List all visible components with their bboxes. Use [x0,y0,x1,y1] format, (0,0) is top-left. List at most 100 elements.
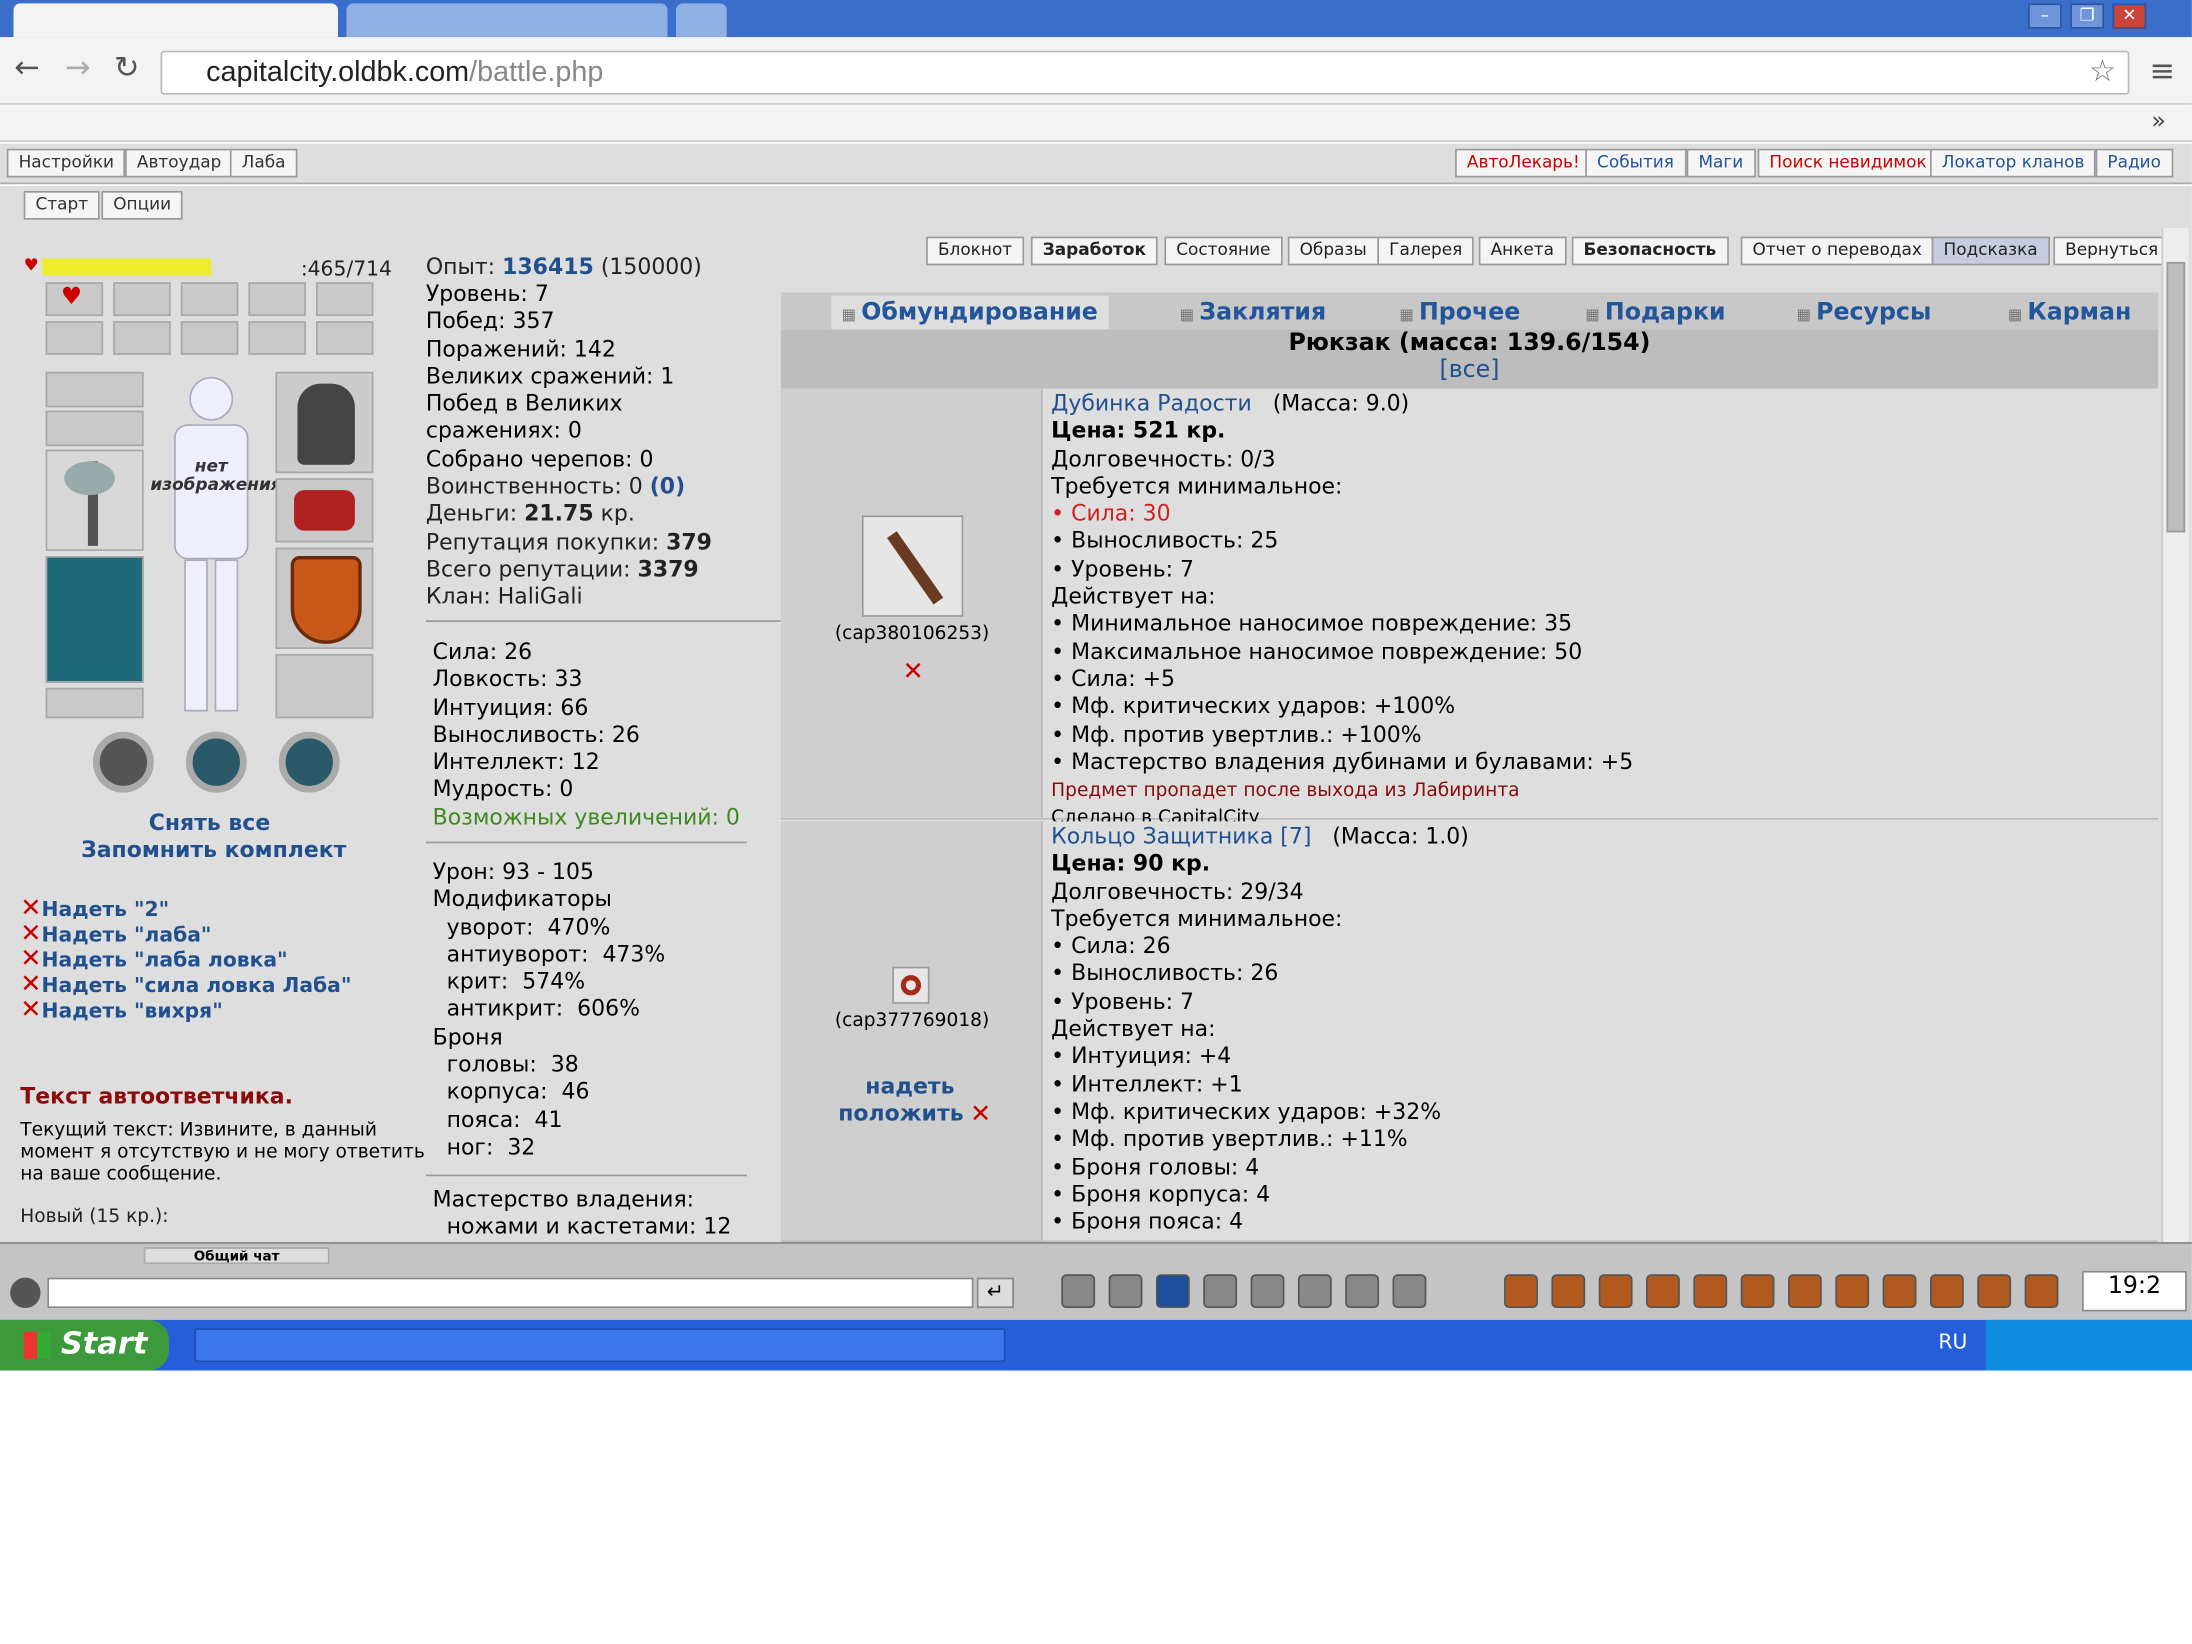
reload-icon[interactable]: ↻ [108,51,145,92]
slot-empty[interactable] [180,321,239,355]
bookmark-star-icon[interactable]: ☆ [2089,54,2116,89]
save-icon[interactable] [1155,1274,1190,1309]
menu-lab[interactable]: Лаба [229,148,298,178]
smiley-icon[interactable] [10,1277,41,1309]
menu-mages[interactable]: Маги [1686,148,1756,178]
tool-icon[interactable] [1392,1274,1427,1309]
tool-icon[interactable] [1929,1274,1964,1309]
tool-icon[interactable] [1203,1274,1238,1309]
address-bar[interactable]: capitalcity.oldbk.com/battle.php [160,50,2130,95]
forward-icon[interactable]: → [59,51,96,92]
club-item-icon[interactable] [861,515,964,617]
slot-heart[interactable]: ♥ [45,282,104,317]
slot-empty[interactable] [316,321,374,355]
show-all-link[interactable]: [все] [781,357,2158,384]
transfers-report-button[interactable]: Отчет о переводах [1740,236,1934,266]
page-scrollbar[interactable] [2161,228,2189,1243]
maximize-icon[interactable]: ❐ [2070,3,2105,29]
put-item-link[interactable]: положить [838,1102,963,1127]
tab-equipment[interactable]: ▦ Обмундирование [831,295,1108,330]
menu-settings[interactable]: Настройки [6,148,126,178]
menu-autohit[interactable]: Автоудар [125,148,234,178]
menu-events[interactable]: События [1585,148,1686,178]
tool-icon[interactable] [1882,1274,1917,1309]
tool-icon[interactable] [1835,1274,1870,1309]
menu-find-invisible[interactable]: Поиск невидимок [1757,148,1939,178]
tab-resources[interactable]: ▦ Ресурсы [1786,296,1941,330]
menu-options[interactable]: Опции [101,190,183,220]
menu-start[interactable]: Старт [23,190,100,220]
hint-button[interactable]: Подсказка [1931,236,2050,266]
minimize-icon[interactable]: – [2028,3,2062,29]
close-icon[interactable]: ✕ [2112,3,2147,29]
slot-empty[interactable] [248,282,306,317]
earring-slot[interactable] [45,371,144,408]
gloves-slot[interactable] [275,478,374,543]
slot-empty[interactable] [180,282,239,317]
state-button[interactable]: Состояние [1164,236,1283,266]
rune-icon[interactable] [92,731,154,793]
browser-tab-second[interactable] [346,3,668,38]
profile-button[interactable]: Анкета [1478,236,1566,266]
chat-tab-general[interactable]: Общий чат [143,1247,330,1265]
earnings-button[interactable]: Заработок [1030,236,1158,266]
scrollbar-thumb[interactable] [2166,261,2186,533]
notepad-button[interactable]: Блокнот [926,236,1024,266]
slot-empty[interactable] [248,321,306,355]
tool-icon[interactable] [2024,1274,2059,1309]
shield-slot[interactable] [275,547,374,649]
tab-spells[interactable]: ▦ Заклятия [1169,296,1336,330]
tool-icon[interactable] [1646,1274,1680,1309]
ring-item-icon[interactable] [892,966,930,1004]
rune-icon[interactable] [278,731,340,793]
menu-radio[interactable]: Радио [2095,148,2173,178]
tool-icon[interactable] [1740,1274,1775,1309]
menu-autohealer[interactable]: АвтоЛекарь! [1455,148,1592,178]
tool-icon[interactable] [1250,1274,1285,1309]
pants-slot[interactable] [45,556,144,683]
tool-icon[interactable] [1693,1274,1728,1309]
new-tab-button[interactable] [676,3,727,38]
tool-icon[interactable] [1788,1274,1822,1309]
images-button[interactable]: Образы [1287,236,1379,266]
back-icon[interactable]: ← [8,51,45,92]
tab-gifts[interactable]: ▦ Подарки [1575,296,1736,330]
return-button[interactable]: Вернуться [2053,236,2171,266]
wear-item-link[interactable]: надеть [865,1075,954,1100]
tool-icon[interactable] [1108,1274,1143,1309]
remember-set-link[interactable]: Запомнить комплект [81,838,346,863]
tool-icon[interactable] [1977,1274,2012,1309]
delete-item-icon[interactable]: ✕ [902,656,923,686]
browser-tab-active[interactable] [13,3,339,38]
taskbar-window-button[interactable] [194,1328,1006,1363]
send-icon[interactable]: ↵ [976,1277,1015,1309]
slot-empty[interactable] [45,321,104,355]
slot-empty[interactable] [113,321,171,355]
chat-input[interactable] [47,1277,974,1309]
helmet-slot[interactable] [275,371,374,474]
item-name[interactable]: Кольцо Защитника [7] [1051,825,1311,850]
rings-slot[interactable] [45,687,144,719]
tool-icon[interactable] [1345,1274,1380,1309]
delete-item-icon[interactable]: ✕ [970,1099,991,1129]
slot-empty[interactable] [113,282,171,317]
tool-icon[interactable] [1061,1274,1096,1309]
boots-slot[interactable] [275,654,374,719]
tool-icon[interactable] [1297,1274,1332,1309]
amulet-slot[interactable] [45,410,144,447]
tool-icon[interactable] [1551,1274,1586,1309]
tab-pocket[interactable]: ▦ Карман [1998,296,2142,330]
axe-weapon-slot[interactable] [45,449,144,551]
tool-icon[interactable] [1504,1274,1538,1309]
gallery-button[interactable]: Галерея [1377,236,1475,266]
rune-icon[interactable] [185,731,247,793]
tab-other[interactable]: ▦ Прочее [1389,296,1530,330]
take-off-all-link[interactable]: Снять все [149,811,271,836]
item-name[interactable]: Дубинка Радости [1051,392,1252,417]
menu-icon[interactable]: ≡ [2150,54,2176,89]
keyboard-language[interactable]: RU [1938,1330,1967,1354]
security-button[interactable]: Безопасность [1571,236,1729,266]
menu-clan-locator[interactable]: Локатор кланов [1929,148,2097,178]
tool-icon[interactable] [1598,1274,1633,1309]
wear-set-link[interactable]: ✕Надеть "вихря" [20,994,222,1024]
